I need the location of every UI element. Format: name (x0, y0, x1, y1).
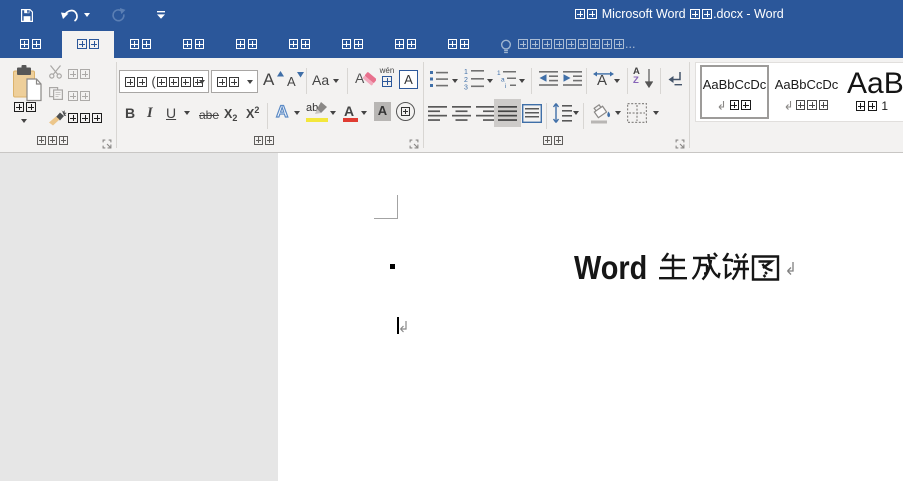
svg-text:1: 1 (464, 69, 468, 76)
svg-text:i: i (505, 83, 506, 88)
svg-text:2: 2 (464, 77, 468, 84)
svg-text:3: 3 (464, 85, 468, 91)
